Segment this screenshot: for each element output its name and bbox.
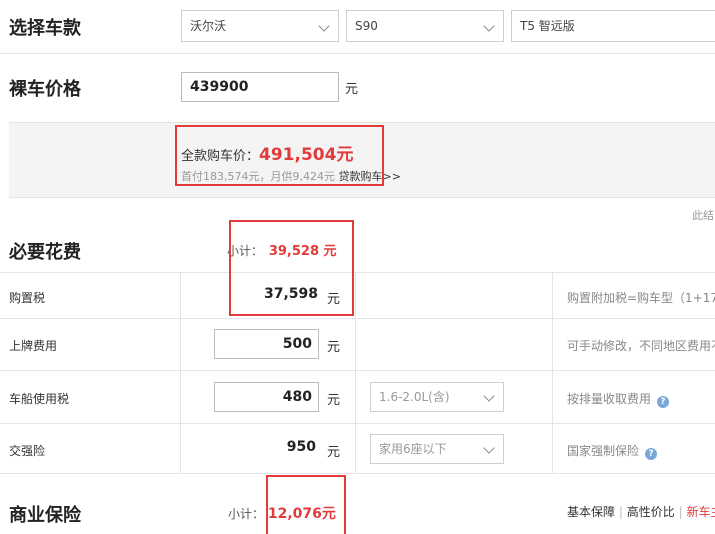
commercial-insurance-title: 商业保险 — [9, 505, 81, 526]
help-icon[interactable]: ? — [645, 448, 658, 460]
row-label-purchase-tax: 购置税 — [9, 291, 46, 305]
tab-separator: | — [618, 505, 623, 519]
seat-type-select[interactable]: 家用6座以下 — [370, 434, 504, 464]
license-fee-note: 可手动修改，不同地区费用不 — [567, 339, 715, 353]
row-divider — [0, 370, 715, 371]
plan-tab-new-owner[interactable]: 新车主 — [686, 505, 715, 519]
chevron-down-icon — [483, 442, 495, 454]
highlight-box — [175, 125, 384, 186]
highlight-box — [229, 220, 354, 316]
model-select-value: S90 — [355, 19, 378, 33]
highlight-box — [266, 475, 346, 534]
compulsory-insurance-note: 国家强制保险? — [567, 442, 658, 460]
displacement-select-value: 1.6-2.0L(含) — [379, 390, 450, 404]
vehicle-tax-note-text: 按排量收取费用 — [567, 392, 652, 406]
trim-select[interactable]: T5 智远版 — [511, 10, 715, 42]
select-car-title: 选择车款 — [9, 18, 81, 39]
bare-price-unit: 元 — [345, 82, 359, 97]
row-divider — [0, 318, 715, 319]
side-note: 此结 — [692, 209, 714, 222]
chevron-down-icon — [318, 20, 330, 32]
brand-select-value: 沃尔沃 — [190, 19, 227, 33]
vehicle-tax-input[interactable]: 480 — [214, 382, 319, 412]
plan-tab-value[interactable]: 高性价比 — [627, 505, 675, 519]
insurance-plan-tabs: 基本保障 | 高性价比 | 新车主 — [567, 503, 715, 520]
trim-select-value: T5 智远版 — [520, 19, 575, 33]
row-label-license-fee: 上牌费用 — [9, 339, 58, 353]
bare-price-input[interactable]: 439900 — [181, 72, 339, 102]
chevron-down-icon — [483, 390, 495, 402]
brand-select[interactable]: 沃尔沃 — [181, 10, 339, 42]
divider — [0, 53, 715, 54]
row-divider — [0, 423, 715, 424]
license-fee-input[interactable]: 500 — [214, 329, 319, 359]
bare-price-title: 裸车价格 — [9, 79, 81, 100]
row-divider — [0, 473, 715, 474]
seat-type-select-value: 家用6座以下 — [379, 442, 447, 456]
row-label-compulsory-insurance: 交强险 — [9, 444, 46, 458]
column-divider — [552, 272, 553, 473]
displacement-select[interactable]: 1.6-2.0L(含) — [370, 382, 504, 412]
help-icon[interactable]: ? — [657, 396, 670, 408]
vehicle-tax-note: 按排量收取费用? — [567, 390, 670, 408]
vehicle-tax-unit: 元 — [327, 393, 341, 408]
tab-separator: | — [678, 505, 683, 519]
required-costs-title: 必要花费 — [9, 242, 81, 263]
plan-tab-basic[interactable]: 基本保障 — [567, 505, 615, 519]
compulsory-insurance-unit: 元 — [327, 445, 341, 460]
column-divider — [180, 272, 181, 473]
compulsory-insurance-value: 950 — [286, 439, 316, 455]
row-label-vehicle-tax: 车船使用税 — [9, 392, 70, 406]
compulsory-insurance-note-text: 国家强制保险 — [567, 444, 640, 458]
commercial-subtotal-label: 小计： — [228, 507, 265, 521]
model-select[interactable]: S90 — [346, 10, 504, 42]
column-divider — [355, 272, 356, 473]
purchase-tax-note: 购置附加税=购车型（1+17 — [567, 291, 715, 305]
license-fee-unit: 元 — [327, 340, 341, 355]
row-divider — [0, 272, 715, 273]
chevron-down-icon — [483, 20, 495, 32]
